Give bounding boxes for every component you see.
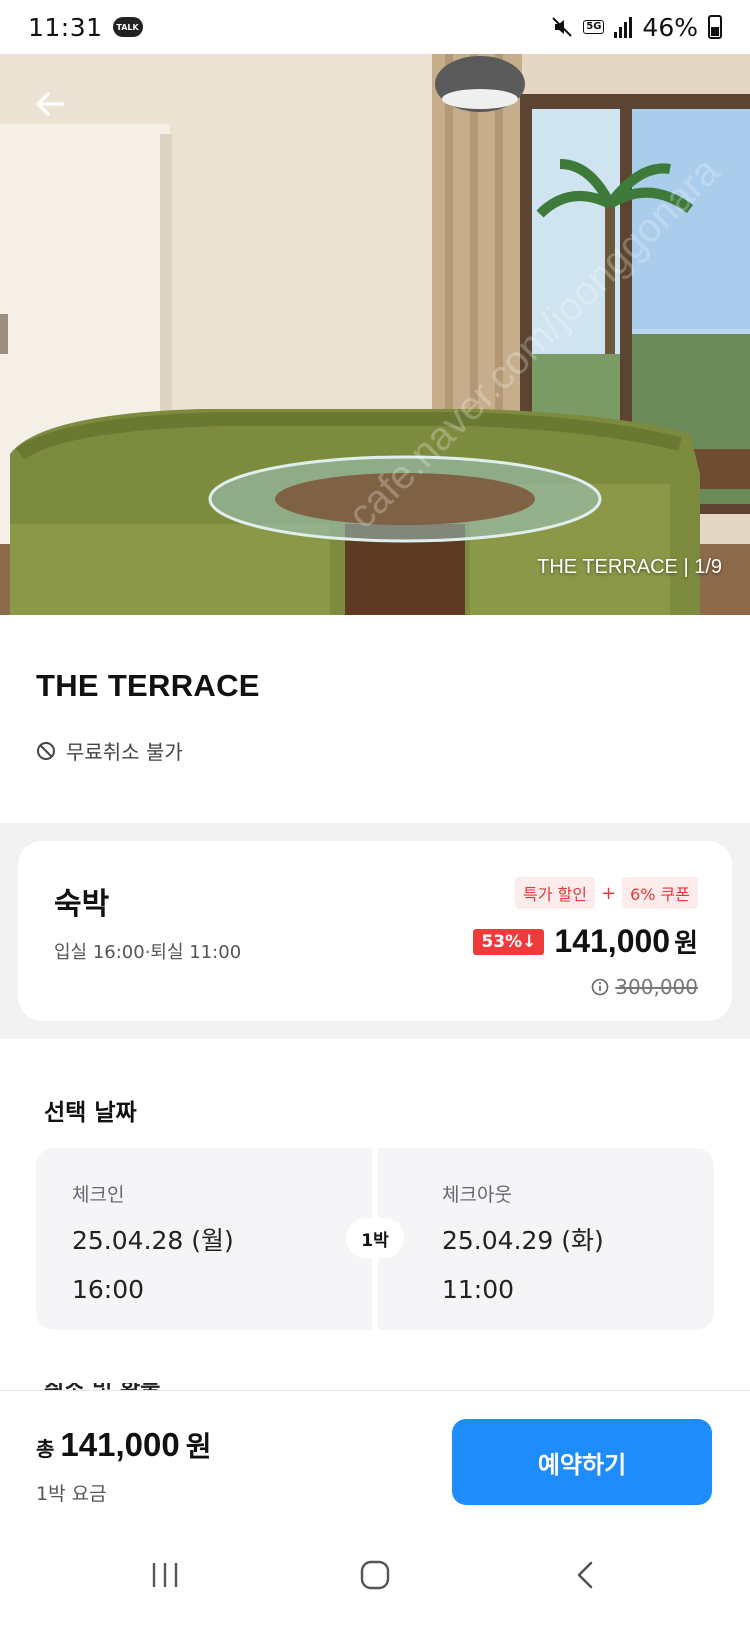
status-icons: 5G 46% [551, 13, 722, 42]
nights-badge: 1박 [346, 1218, 404, 1258]
total-amount: 141,000 [60, 1426, 180, 1463]
checkin-date: 25.04.28 (월) [72, 1226, 234, 1255]
signal-icon [614, 16, 633, 38]
status-bar: 11:31 TALK 5G 46% [0, 0, 750, 54]
room-photo[interactable]: cafe.naver.com/joonggonara THE TERRACE |… [0, 54, 750, 615]
battery-percent: 46% [642, 12, 698, 42]
checkout-block[interactable]: 체크아웃 25.04.29 (화) 11:00 [442, 1180, 604, 1304]
back-arrow-icon [36, 92, 65, 116]
sale-price: 141,000 [554, 923, 671, 959]
photo-caption: THE TERRACE | 1/9 [537, 556, 722, 578]
checkout-label: 체크아웃 [442, 1184, 512, 1206]
stay-section: 숙박 입실 16:00·퇴실 11:00 특가 할인 + 6% 쿠폰 53%↓ … [0, 823, 750, 1039]
checkin-time: 16:00 [72, 1275, 145, 1304]
home-icon [360, 1560, 390, 1590]
recent-apps-button[interactable] [135, 1555, 195, 1595]
dates-heading: 선택 날짜 [44, 1100, 137, 1126]
checkout-date: 25.04.29 (화) [442, 1226, 604, 1255]
battery-icon [708, 15, 722, 39]
room-photo-illustration: cafe.naver.com/joonggonara [0, 54, 750, 615]
back-nav-icon [577, 1561, 593, 1589]
network-type-icon: 5G [583, 20, 605, 34]
cancel-policy-text: 무료취소 불가 [66, 740, 183, 764]
original-price-row: 300,000 [591, 975, 698, 999]
mute-icon [552, 17, 572, 37]
booking-bar: 총 141,000 원 1박 요금 예약하기 [0, 1390, 750, 1525]
tag-plus: + [600, 882, 617, 904]
system-nav-bar [0, 1525, 750, 1625]
total-price: 총 141,000 원 [36, 1425, 211, 1465]
stay-times: 입실 16:00·퇴실 11:00 [54, 942, 242, 963]
special-discount-tag: 특가 할인 [515, 877, 595, 909]
coupon-tag: 6% 쿠폰 [622, 877, 698, 909]
discount-badge: 53%↓ [473, 928, 545, 955]
back-nav-button[interactable] [555, 1555, 615, 1595]
reserve-button[interactable]: 예약하기 [452, 1419, 712, 1505]
talk-notification-icon: TALK [112, 17, 143, 37]
checkout-time: 11:00 [442, 1275, 515, 1304]
home-button[interactable] [345, 1555, 405, 1595]
cancel-policy: 무료취소 불가 [36, 736, 183, 765]
stay-title: 숙박 [54, 887, 110, 922]
info-icon[interactable] [591, 978, 609, 996]
price-row: 53%↓ 141,000 원 [473, 923, 698, 960]
recent-apps-icon [152, 1563, 178, 1587]
back-button[interactable] [28, 82, 72, 126]
total-prefix: 총 [36, 1437, 55, 1461]
status-time: 11:31 [28, 12, 103, 42]
original-price: 300,000 [615, 975, 698, 999]
checkin-block[interactable]: 체크인 25.04.28 (월) 16:00 [72, 1180, 234, 1304]
total-unit: 원 [185, 1430, 212, 1463]
no-entry-icon [37, 741, 55, 760]
price-unit: 원 [674, 929, 698, 959]
total-subtext: 1박 요금 [36, 1483, 107, 1505]
stay-card[interactable]: 숙박 입실 16:00·퇴실 11:00 특가 할인 + 6% 쿠폰 53%↓ … [18, 841, 732, 1021]
date-selector[interactable]: 체크인 25.04.28 (월) 16:00 1박 체크아웃 25.04.29 … [36, 1148, 714, 1330]
promo-tags: 특가 할인 + 6% 쿠폰 [515, 877, 698, 909]
checkin-label: 체크인 [72, 1184, 125, 1206]
room-title: THE TERRACE [36, 668, 260, 703]
